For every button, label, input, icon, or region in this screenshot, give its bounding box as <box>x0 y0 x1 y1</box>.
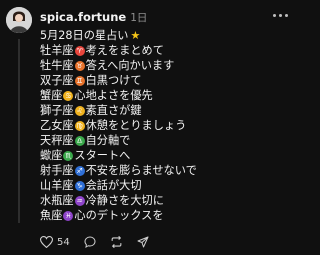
zodiac-sign-name: 獅子座 <box>40 104 74 117</box>
action-bar: 54 <box>40 236 149 248</box>
horoscope-line: 蟹座 ♋ 心地よさを優先 <box>40 88 294 103</box>
horoscope-message: 会話が大切 <box>85 179 142 192</box>
zodiac-sign-name: 蠍座 <box>40 149 63 162</box>
heart-icon <box>40 236 53 248</box>
horoscope-line: 水瓶座 ♒ 冷静さを大切に <box>40 193 294 208</box>
horoscope-line: 牡牛座 ♉ 答えへ向かいます <box>40 58 294 73</box>
avatar[interactable] <box>6 7 32 33</box>
zodiac-symbol-icon: ♋ <box>63 90 74 101</box>
repost-button[interactable] <box>110 236 123 248</box>
zodiac-sign-name: 射手座 <box>40 164 74 177</box>
zodiac-symbol-icon: ♑ <box>74 180 85 191</box>
horoscope-line: 双子座 ♊ 白黒つけて <box>40 73 294 88</box>
avatar-image <box>6 7 32 33</box>
repost-icon <box>111 236 122 248</box>
zodiac-symbol-icon: ♈ <box>74 45 85 56</box>
horoscope-line: 山羊座 ♑ 会話が大切 <box>40 178 294 193</box>
horoscope-message: 冷静さを大切に <box>85 194 164 207</box>
zodiac-symbol-icon: ♒ <box>74 195 85 206</box>
share-icon <box>137 236 149 248</box>
zodiac-sign-name: 天秤座 <box>40 134 74 147</box>
horoscope-message: 心地よさを優先 <box>74 89 153 102</box>
zodiac-sign-name: 牡羊座 <box>40 44 74 57</box>
zodiac-sign-name: 牡牛座 <box>40 59 74 72</box>
username[interactable]: spica.fortune <box>40 10 126 24</box>
zodiac-sign-name: 山羊座 <box>40 179 74 192</box>
horoscope-message: 心のデトックスを <box>74 209 164 222</box>
horoscope-message: 不安を膨らませないで <box>85 164 197 177</box>
post-title-text: 5月28日の星占い <box>40 29 129 42</box>
zodiac-symbol-icon: ♉ <box>74 60 85 71</box>
zodiac-symbol-icon: ♌ <box>74 105 85 116</box>
post-title: 5月28日の星占い ★ <box>40 28 294 43</box>
post-header: spica.fortune 1日 <box>40 7 147 27</box>
horoscope-message: 素直さが鍵 <box>85 104 142 117</box>
zodiac-symbol-icon: ♏ <box>63 150 74 161</box>
zodiac-symbol-icon: ♓ <box>63 210 74 221</box>
thread-line <box>18 39 20 223</box>
horoscope-message: 休憩をとりましょう <box>85 119 187 132</box>
zodiac-symbol-icon: ♍ <box>74 120 85 131</box>
more-options-icon[interactable] <box>270 8 290 22</box>
star-icon: ★ <box>130 29 141 42</box>
horoscope-line: 天秤座 ♎ 自分軸で <box>40 133 294 148</box>
comment-icon <box>84 236 96 248</box>
horoscope-line: 魚座 ♓ 心のデトックスを <box>40 208 294 223</box>
post-time: 1日 <box>130 11 148 24</box>
zodiac-sign-name: 水瓶座 <box>40 194 74 207</box>
horoscope-line: 蠍座 ♏ スタートへ <box>40 148 294 163</box>
zodiac-sign-name: 乙女座 <box>40 119 74 132</box>
horoscope-line: 牡羊座 ♈ 考えをまとめて <box>40 43 294 58</box>
horoscope-message: 白黒つけて <box>85 74 142 87</box>
like-button[interactable]: 54 <box>40 236 70 248</box>
horoscope-message: 考えをまとめて <box>85 44 164 57</box>
zodiac-symbol-icon: ♎ <box>74 135 85 146</box>
share-button[interactable] <box>137 236 149 248</box>
zodiac-sign-name: 双子座 <box>40 74 74 87</box>
zodiac-symbol-icon: ♐ <box>74 165 85 176</box>
horoscope-line: 乙女座 ♍ 休憩をとりましょう <box>40 118 294 133</box>
horoscope-message: 自分軸で <box>85 134 131 147</box>
horoscope-line: 射手座 ♐ 不安を膨らませないで <box>40 163 294 178</box>
thread-post: spica.fortune 1日 5月28日の星占い ★ 牡羊座 ♈ 考えをまとめて… <box>0 0 300 255</box>
reply-button[interactable] <box>84 236 96 248</box>
horoscope-message: 答えへ向かいます <box>85 59 175 72</box>
like-count: 54 <box>57 236 70 248</box>
horoscope-message: スタートへ <box>74 149 131 162</box>
post-content: 5月28日の星占い ★ 牡羊座 ♈ 考えをまとめて 牡牛座 ♉ 答えへ向かいます 双子座 ♊ 白… <box>40 28 294 223</box>
zodiac-symbol-icon: ♊ <box>74 75 85 86</box>
horoscope-line: 獅子座 ♌ 素直さが鍵 <box>40 103 294 118</box>
zodiac-sign-name: 蟹座 <box>40 89 63 102</box>
zodiac-sign-name: 魚座 <box>40 209 63 222</box>
